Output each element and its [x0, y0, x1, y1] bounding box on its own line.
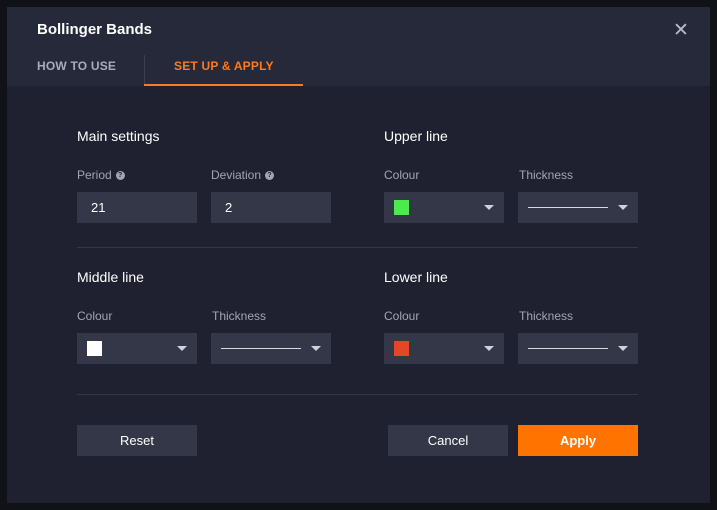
- middle-line-title: Middle line: [77, 269, 144, 285]
- reset-button[interactable]: Reset: [77, 425, 197, 456]
- upper-thickness-select[interactable]: [518, 192, 638, 223]
- lower-thickness-select[interactable]: [518, 333, 638, 364]
- lower-colour-label: Colour: [384, 309, 420, 323]
- deviation-label-text: Deviation: [211, 168, 262, 182]
- bollinger-bands-dialog: Bollinger Bands ✕ HOW TO USE SET UP & AP…: [7, 7, 710, 503]
- upper-colour-select[interactable]: [384, 192, 504, 223]
- main-settings-title: Main settings: [77, 128, 160, 144]
- question-icon[interactable]: ?: [265, 171, 275, 180]
- upper-colour-swatch: [394, 200, 409, 215]
- deviation-input[interactable]: 2: [211, 192, 331, 223]
- chevron-down-icon: [484, 205, 494, 210]
- apply-button[interactable]: Apply: [518, 425, 638, 456]
- middle-thickness-label: Thickness: [212, 309, 267, 323]
- cancel-button[interactable]: Cancel: [388, 425, 508, 456]
- chevron-down-icon: [311, 346, 321, 351]
- question-icon[interactable]: ?: [115, 171, 125, 180]
- middle-colour-select[interactable]: [77, 333, 197, 364]
- close-icon[interactable]: ✕: [671, 21, 691, 41]
- lower-colour-swatch: [394, 341, 409, 356]
- dialog-header: Bollinger Bands ✕ HOW TO USE SET UP & AP…: [7, 7, 710, 86]
- tab-set-up-apply[interactable]: SET UP & APPLY: [174, 59, 274, 73]
- active-tab-indicator: [144, 84, 303, 86]
- thickness-line-sample: [528, 207, 608, 208]
- dialog-title: Bollinger Bands: [37, 21, 153, 38]
- upper-line-title: Upper line: [384, 128, 448, 144]
- chevron-down-icon: [484, 346, 494, 351]
- middle-colour-swatch: [87, 341, 102, 356]
- period-value: 21: [91, 200, 106, 215]
- middle-thickness-select[interactable]: [211, 333, 331, 364]
- middle-colour-label: Colour: [77, 309, 113, 323]
- period-input[interactable]: 21: [77, 192, 197, 223]
- tab-how-to-use[interactable]: HOW TO USE: [37, 59, 116, 73]
- lower-thickness-label: Thickness: [519, 309, 574, 323]
- lower-colour-select[interactable]: [384, 333, 504, 364]
- period-label-text: Period: [77, 168, 112, 182]
- upper-colour-label: Colour: [384, 168, 420, 182]
- thickness-line-sample: [221, 348, 301, 349]
- section-divider: [77, 394, 638, 395]
- deviation-label: Deviation?: [211, 168, 275, 182]
- deviation-value: 2: [225, 200, 233, 215]
- lower-line-title: Lower line: [384, 269, 448, 285]
- upper-thickness-label: Thickness: [519, 168, 574, 182]
- chevron-down-icon: [618, 346, 628, 351]
- section-divider: [77, 247, 638, 248]
- chevron-down-icon: [618, 205, 628, 210]
- thickness-line-sample: [528, 348, 608, 349]
- tab-separator: [144, 55, 145, 86]
- chevron-down-icon: [177, 346, 187, 351]
- period-label: Period?: [77, 168, 125, 182]
